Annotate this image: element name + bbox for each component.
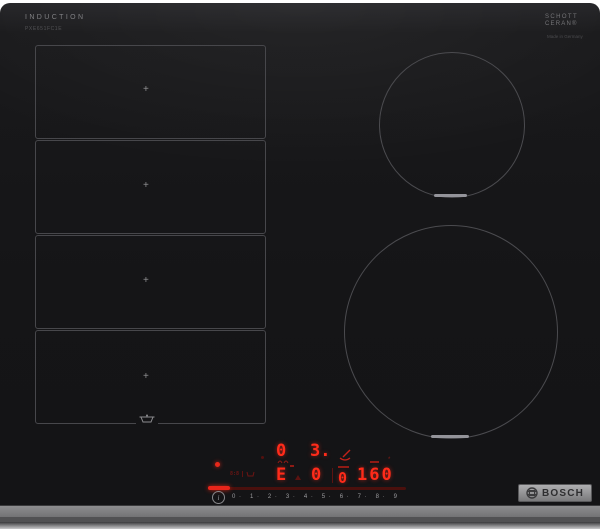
power-slider-track[interactable] — [208, 487, 406, 490]
power-indicator-led — [215, 462, 220, 467]
flex-zone-segment-3 — [35, 235, 266, 329]
schott-logo-subtext: Made in Germany — [547, 34, 583, 39]
power-key-4[interactable]: 4 · — [304, 494, 314, 500]
cooking-zone-front-right — [344, 225, 558, 439]
flex-zone-segment-1 — [35, 45, 266, 139]
power-key-6[interactable]: 6 · — [340, 494, 350, 500]
bosch-badge: BOSCH — [518, 484, 592, 502]
zone-alignment-mark-front — [431, 435, 469, 438]
mini-timer-display: 8:8 — [230, 471, 240, 477]
flex-zone-segment-2 — [35, 140, 266, 234]
flex-zone-indicator-icon — [277, 460, 289, 464]
zone-center-mark: + — [143, 371, 149, 382]
power-key-7[interactable]: 7 · — [358, 494, 368, 500]
warning-indicator — [295, 475, 301, 480]
power-slider-active-segment[interactable] — [208, 486, 230, 490]
temperature-timer-display: 160 — [357, 465, 394, 485]
mini-separator — [242, 471, 244, 477]
bosch-logo-text: BOSCH — [541, 487, 585, 499]
bosch-symbol-icon — [526, 487, 538, 499]
power-scale: 0 · 1 · 2 · 3 · 4 · 5 · 6 · 7 · 8 · 9 — [232, 492, 398, 502]
zone-display-rear-left: 0 — [276, 441, 287, 461]
info-key[interactable]: i — [212, 491, 225, 504]
mini-pan-icon — [246, 471, 255, 477]
temp-display-tick — [370, 461, 379, 463]
front-trim-strip — [0, 506, 600, 517]
schott-logo-line1: SCHOTT — [545, 14, 579, 20]
power-key-1[interactable]: 1 · — [250, 494, 260, 500]
zone-display-front-left: E — [276, 465, 287, 485]
zone-display-front-right: 0 — [311, 465, 322, 485]
product-photo: INDUCTION PXE651FC1E SCHOTT CERAN® Made … — [0, 0, 600, 529]
schott-logo-line2: CERAN® — [545, 21, 578, 27]
power-key-8[interactable]: 8 · — [376, 494, 386, 500]
display-tick-mark — [290, 465, 294, 467]
power-key-2[interactable]: 2 · — [268, 494, 278, 500]
power-key-3[interactable]: 3 · — [286, 494, 296, 500]
flex-zone-segment-4 — [35, 330, 266, 424]
keylock-indicator — [261, 456, 264, 459]
power-key-5[interactable]: 5 · — [322, 494, 332, 500]
power-key-0[interactable]: 0 · — [232, 494, 242, 500]
temp-unit-mark: * — [388, 457, 391, 463]
zone-center-mark: + — [143, 180, 149, 191]
surface-label: INDUCTION — [25, 14, 86, 21]
zone-center-mark: + — [143, 84, 149, 95]
zone-display-rear-right: 3. — [310, 441, 331, 461]
drop-shadow — [0, 522, 600, 529]
timer-mini-icons: 8:8 — [230, 471, 255, 477]
power-key-9[interactable]: 9 — [394, 494, 398, 500]
zone-alignment-mark-rear — [434, 194, 467, 197]
cooking-zone-rear-right — [379, 52, 525, 198]
model-number-label: PXE651FC1E — [25, 26, 63, 32]
aux-zone-display: 0 — [338, 469, 348, 487]
info-key-label: i — [217, 493, 220, 502]
panel-separator — [332, 468, 333, 483]
aux-display-overbar — [338, 466, 349, 468]
power-move-icon[interactable] — [338, 449, 352, 462]
zone-center-mark: + — [143, 275, 149, 286]
pan-detection-icon — [136, 412, 158, 425]
